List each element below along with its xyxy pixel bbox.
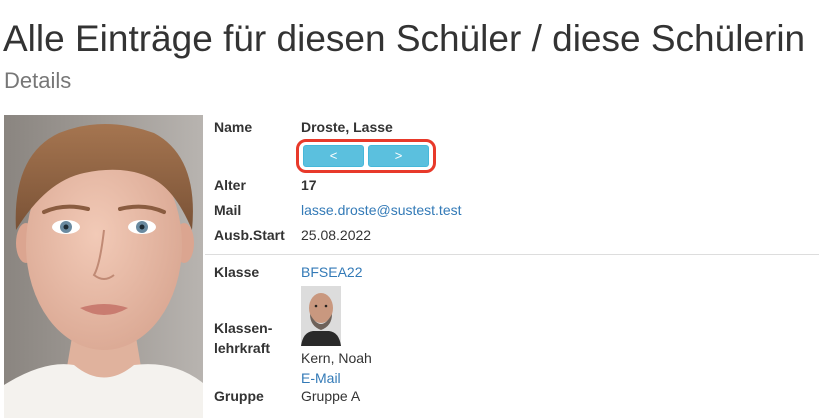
student-navigation: < > xyxy=(296,139,436,173)
group-row: Gruppe Gruppe A xyxy=(205,388,819,412)
teacher-photo xyxy=(301,286,341,346)
start-row: Ausb.Start 25.08.2022 xyxy=(205,227,819,254)
start-label: Ausb.Start xyxy=(214,227,285,243)
name-row: Name Droste, Lasse < > xyxy=(205,114,819,177)
age-row: Alter 17 xyxy=(205,177,819,202)
student-name: Droste, Lasse xyxy=(301,119,393,135)
name-label: Name xyxy=(214,119,253,135)
age-label: Alter xyxy=(214,177,246,193)
teacher-row: Klassen- lehrkraft Kern, Noah E-Mail xyxy=(205,286,819,388)
mail-row: Mail lasse.droste@sustest.test xyxy=(205,202,819,227)
student-photo xyxy=(4,115,203,418)
next-student-button[interactable]: > xyxy=(368,145,429,167)
student-details-table: Name Droste, Lasse < > Alter 17 Mail lass… xyxy=(205,114,819,412)
teacher-name: Kern, Noah xyxy=(301,350,372,366)
start-value: 25.08.2022 xyxy=(301,227,372,243)
group-value: Gruppe A xyxy=(301,388,361,404)
page-title: Alle Einträge für diesen Schüler / diese… xyxy=(3,18,806,59)
teacher-label-line2: lehrkraft xyxy=(214,340,271,356)
group-label: Gruppe xyxy=(214,388,264,404)
teacher-email-link[interactable]: E-Mail xyxy=(301,368,819,388)
age-value: 17 xyxy=(301,177,317,193)
mail-label: Mail xyxy=(214,202,242,218)
teacher-label-line1: Klassen- xyxy=(214,320,273,336)
page-subtitle: Details xyxy=(4,68,72,93)
previous-student-button[interactable]: < xyxy=(303,145,364,167)
class-link[interactable]: BFSEA22 xyxy=(301,253,819,286)
class-label: Klasse xyxy=(205,253,301,286)
class-row: Klasse BFSEA22 xyxy=(205,253,819,286)
student-email-link[interactable]: lasse.droste@sustest.test xyxy=(301,202,819,227)
